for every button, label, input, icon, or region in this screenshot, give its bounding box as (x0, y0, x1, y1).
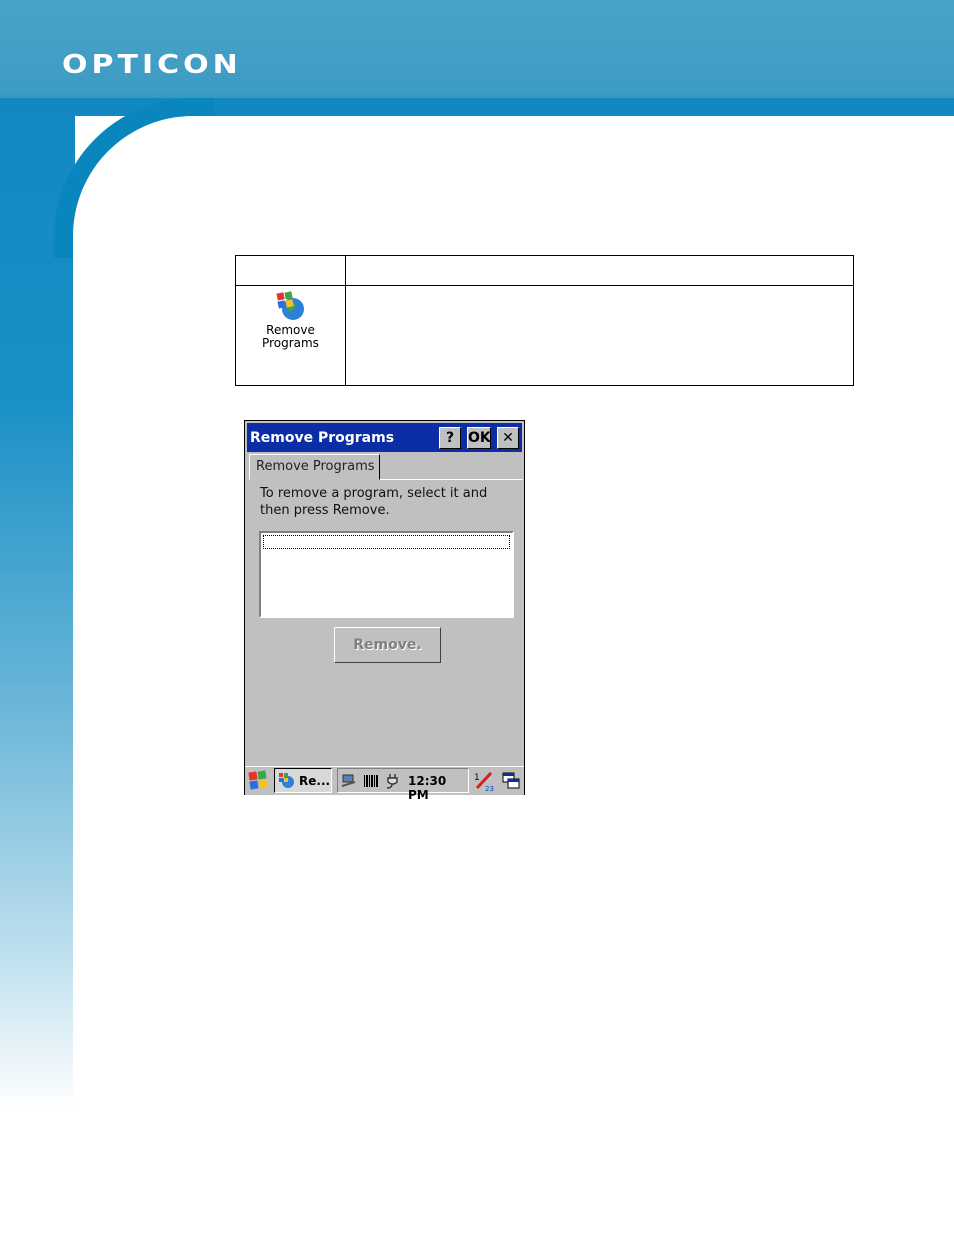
power-plug-icon[interactable] (384, 772, 402, 790)
table-icon-cell: Remove Programs (235, 285, 346, 386)
system-tray: 12:30 PM (337, 768, 469, 802)
info-table: Remove Programs (235, 255, 854, 386)
ok-button[interactable]: OK (467, 427, 491, 449)
taskbar-item-label: Re... (299, 774, 331, 788)
svg-text:23: 23 (485, 785, 494, 792)
close-button[interactable]: ✕ (497, 427, 519, 449)
remove-programs-icon (279, 773, 294, 788)
clock[interactable]: 12:30 PM (408, 774, 468, 802)
remove-programs-label: Remove Programs (262, 323, 319, 350)
tab-divider (380, 479, 523, 480)
opticon-logo: OPTICON (62, 50, 242, 80)
help-button[interactable]: ? (439, 427, 461, 449)
svg-text:1: 1 (474, 773, 480, 783)
taskbar-item-remove-programs[interactable]: Re... (274, 768, 332, 793)
network-icon[interactable] (341, 773, 359, 789)
tab-remove-programs[interactable]: Remove Programs (249, 454, 380, 480)
program-list[interactable] (259, 531, 514, 618)
taskbar: Re... 12:30 PM 1 23 (245, 766, 524, 802)
table-header-cell (235, 255, 346, 286)
list-focus-rect (263, 535, 510, 549)
input-panel-icon[interactable]: 1 23 (473, 770, 495, 792)
remove-programs-icon[interactable] (274, 290, 308, 324)
windows-switch-icon[interactable] (501, 771, 521, 791)
title-bar: Remove Programs ? OK ✕ (247, 423, 522, 452)
start-icon[interactable] (246, 769, 270, 793)
table-header-row (235, 255, 854, 286)
barcode-icon[interactable] (363, 774, 379, 788)
device-screen: Remove Programs ? OK ✕ Remove Programs T… (244, 420, 525, 802)
instructions-text: To remove a program, select it and then … (260, 486, 488, 518)
table-description-cell (345, 285, 854, 386)
remove-button[interactable]: Remove. (334, 627, 441, 663)
table-header-cell (345, 255, 854, 286)
table-row: Remove Programs (235, 285, 854, 386)
window-title: Remove Programs (250, 430, 395, 446)
